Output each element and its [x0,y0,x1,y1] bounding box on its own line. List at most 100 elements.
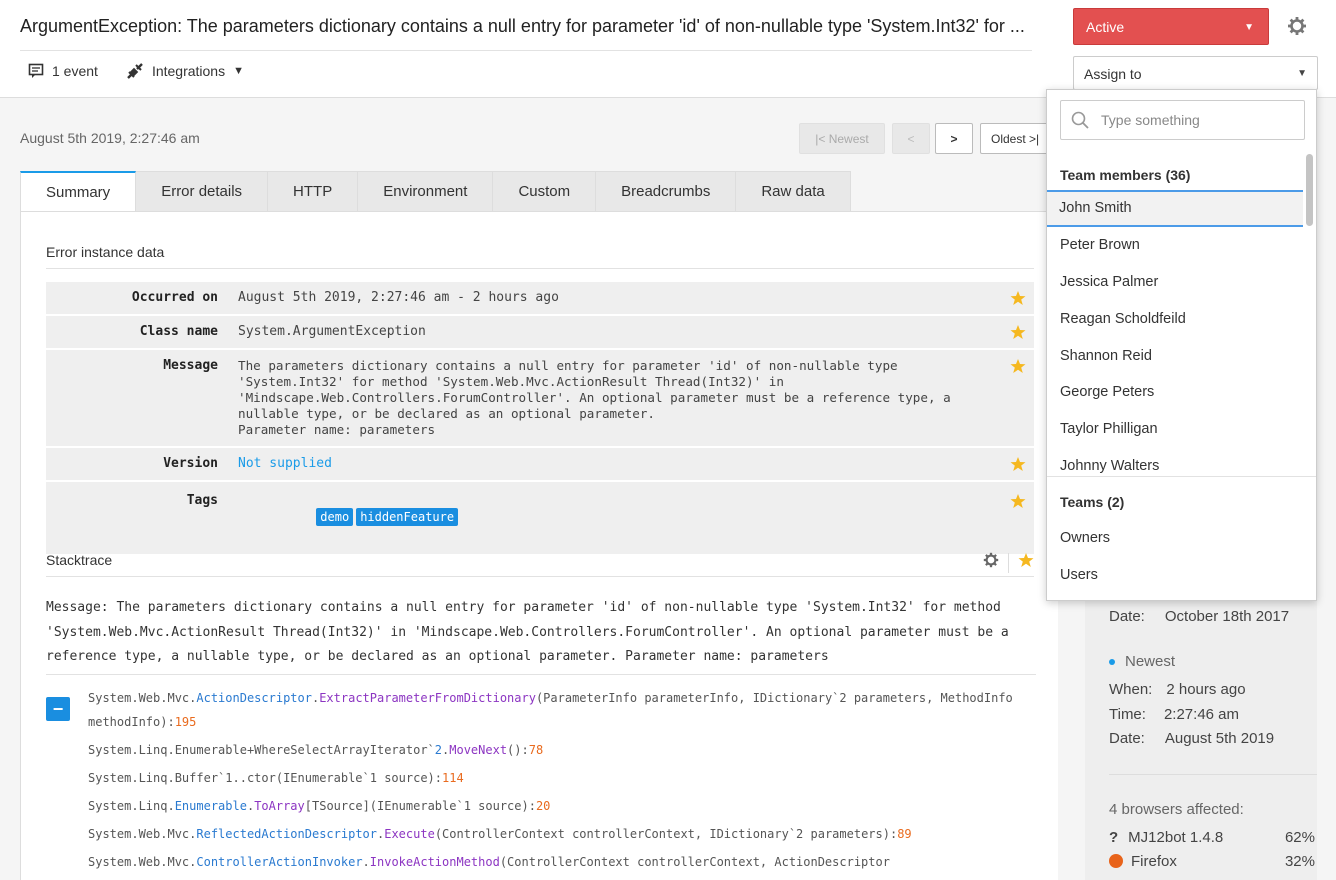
team-option[interactable]: Users [1047,557,1303,594]
divider [1008,552,1009,573]
bullet-dot [1109,659,1115,666]
stack-frame: System.Web.Mvc.ReflectedActionDescriptor… [88,827,912,841]
collapse-button[interactable]: − [46,697,70,721]
kv-row-message: Message The parameters dictionary contai… [46,350,1034,448]
next-button[interactable]: > [935,123,973,154]
kv-row-class: Class name System.ArgumentException [46,316,1034,350]
kv-row-tags: Tags demo hiddenFeature [46,482,1034,556]
member-option[interactable]: Johnny Walters [1047,448,1303,476]
divider [1047,476,1316,477]
tab-summary[interactable]: Summary [20,171,137,212]
kv-value: The parameters dictionary contains a nul… [238,358,951,437]
assign-to-dropdown[interactable]: Assign to ▼ [1073,56,1318,90]
member-option[interactable]: Shannon Reid [1047,337,1303,374]
assign-label: Assign to [1084,66,1142,82]
stack-frame: System.Web.Mvc.ActionDescriptor.ExtractP… [88,691,1013,729]
scrollbar-thumb[interactable] [1306,154,1313,226]
page-title: ArgumentException: The parameters dictio… [20,16,1032,51]
date-row: Date: August 5th 2019 [1109,730,1275,747]
chevron-down-icon: ▼ [233,65,244,77]
star-icon[interactable] [1010,456,1026,475]
header-subbar: 1 event Integrations ▼ [28,62,272,80]
stack-frame: System.Linq.Buffer`1..ctor(IEnumerable`1… [88,771,464,785]
kv-key: Class name [139,324,218,339]
error-instance-table: Occurred on August 5th 2019, 2:27:46 am … [46,282,1034,556]
browser-row: ? MJ12bot 1.4.8 62% [1109,829,1315,846]
search-placeholder: Type something [1101,112,1200,128]
question-icon: ? [1109,829,1119,846]
events-label: 1 event [52,63,98,79]
firefox-icon [1109,854,1123,868]
gear-icon[interactable] [983,552,999,573]
divider [1109,774,1317,775]
star-icon[interactable] [1010,290,1026,309]
member-option[interactable]: Jessica Palmer [1047,264,1303,301]
star-icon[interactable] [1010,324,1026,343]
kv-row-version: Version Not supplied [46,448,1034,482]
settings-gear-icon[interactable] [1287,16,1307,41]
previous-button[interactable]: < [892,123,930,154]
chevron-down-icon: ▼ [1297,68,1307,79]
stack-frame: System.Web.Mvc.ControllerActionInvoker.I… [88,855,890,869]
team-option[interactable]: Owners [1047,520,1303,557]
when-row: When: 2 hours ago [1109,681,1246,698]
summary-panel: Error instance data Occurred on August 5… [20,211,1058,880]
kv-value: System.ArgumentException [238,324,426,339]
comment-icon [28,63,44,78]
member-option[interactable]: George Peters [1047,374,1303,411]
member-option[interactable]: John Smith [1047,190,1303,227]
tab-breadcrumbs[interactable]: Breadcrumbs [596,171,737,212]
tab-bar: Summary Error details HTTP Environment C… [20,171,851,212]
tab-raw-data[interactable]: Raw data [736,171,851,212]
star-icon[interactable] [1010,358,1026,377]
error-instance-title: Error instance data [46,244,1034,269]
newest-button[interactable]: |< Newest [799,123,885,154]
tag-badge[interactable]: demo [316,508,354,526]
time-row: Time: 2:27:46 am [1109,706,1240,723]
star-icon[interactable] [1018,552,1034,573]
version-link[interactable]: Not supplied [238,448,998,480]
tags-list: demo hiddenFeature [238,482,998,550]
kv-row-occurred: Occurred on August 5th 2019, 2:27:46 am … [46,282,1034,316]
member-option[interactable]: Taylor Philligan [1047,411,1303,448]
minus-icon: − [52,698,64,719]
newest-heading: Newest [1109,653,1175,670]
integrations-button[interactable]: Integrations ▼ [126,62,244,80]
kv-key: Occurred on [131,290,218,305]
error-header: ArgumentException: The parameters dictio… [0,0,1336,98]
instance-date: August 5th 2019, 2:27:46 am [20,130,200,146]
search-input[interactable]: Type something [1060,100,1305,140]
teams-heading: Teams (2) [1060,494,1125,510]
status-dropdown[interactable]: Active ▼ [1073,8,1269,45]
main-content: August 5th 2019, 2:27:46 am |< Newest < … [0,98,1058,880]
star-icon[interactable] [1010,493,1026,512]
chevron-down-icon: ▼ [1244,22,1254,33]
plug-icon [127,63,143,79]
browser-row: Firefox 32% [1109,853,1315,870]
tab-error-details[interactable]: Error details [136,171,269,212]
tab-http[interactable]: HTTP [268,171,359,212]
tab-custom[interactable]: Custom [493,171,597,212]
kv-key: Tags [186,493,218,508]
stack-frame: System.Linq.Enumerable.ToArray[TSource](… [88,799,551,813]
team-members-heading: Team members (36) [1060,167,1191,183]
browsers-title: 4 browsers affected: [1109,801,1244,818]
kv-key: Message [163,358,218,373]
members-list: John Smith Peter Brown Jessica Palmer Re… [1047,190,1303,476]
tab-environment[interactable]: Environment [358,171,494,212]
integrations-label: Integrations [151,63,226,79]
stacktrace-title: Stacktrace [46,552,1034,577]
kv-value: August 5th 2019, 2:27:46 am - 2 hours ag… [238,290,559,305]
member-option[interactable]: Reagan Scholdfeild [1047,300,1303,337]
kv-key: Version [163,456,218,471]
assign-dropdown-menu: Type something Team members (36) John Sm… [1046,89,1317,601]
stacktrace-message: Message: The parameters dictionary conta… [46,596,1036,675]
events-button[interactable]: 1 event [28,63,98,79]
member-option[interactable]: Peter Brown [1047,227,1303,264]
stacktrace-tools [983,552,1034,573]
search-icon [1071,111,1089,129]
first-seen-date-row: Date: October 18th 2017 [1109,608,1290,625]
tag-badge[interactable]: hiddenFeature [356,508,459,526]
status-label: Active [1086,19,1125,35]
stack-frame: System.Linq.Enumerable+WhereSelectArrayI… [88,743,544,757]
